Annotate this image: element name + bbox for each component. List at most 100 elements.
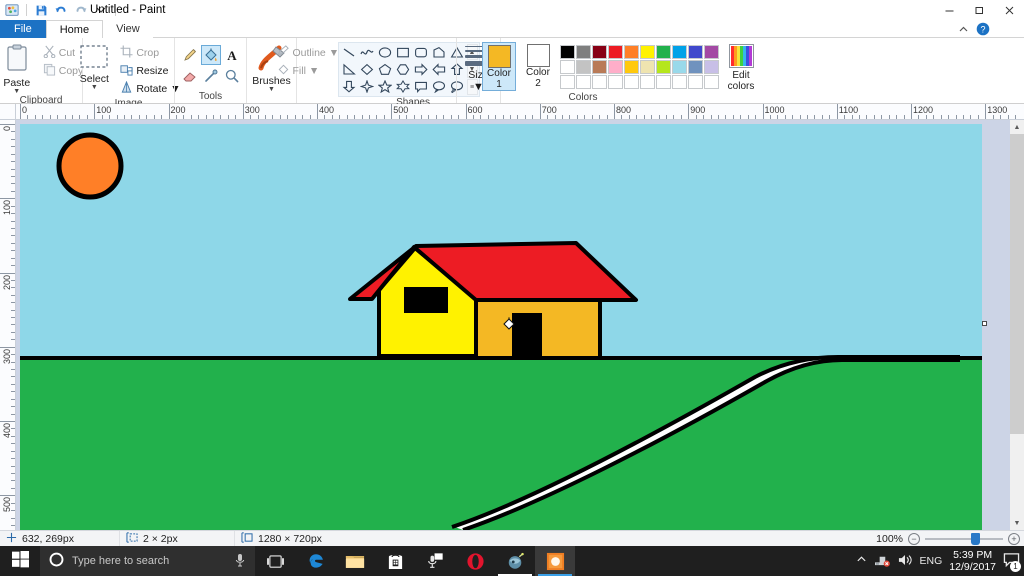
file-explorer-button[interactable] [335,546,375,576]
browser-app-button[interactable] [495,546,535,576]
palette-swatch-r3-c7[interactable] [656,75,671,89]
palette-swatch-r1-c10[interactable] [704,45,719,59]
palette-swatch-r2-c7[interactable] [656,60,671,74]
maximize-button[interactable] [964,0,994,20]
magnifier-tool[interactable] [222,66,242,86]
shape-four-point-star[interactable] [358,78,376,95]
palette-swatch-r1-c8[interactable] [672,45,687,59]
palette-swatch-r3-c1[interactable] [560,75,575,89]
palette-swatch-r3-c6[interactable] [640,75,655,89]
palette-swatch-r2-c1[interactable] [560,60,575,74]
palette-swatch-r2-c6[interactable] [640,60,655,74]
zoom-out-button[interactable]: − [908,533,920,545]
undo-icon[interactable] [53,2,69,18]
shape-pentagon[interactable] [376,61,394,78]
palette-swatch-r2-c4[interactable] [608,60,623,74]
shape-arrow-right[interactable] [412,61,430,78]
opera-browser-button[interactable] [455,546,495,576]
tab-view[interactable]: View [103,20,153,38]
edit-colors-button[interactable]: Edit colors [724,42,758,92]
language-indicator[interactable]: ENG [920,555,943,567]
shape-diamond[interactable] [358,61,376,78]
palette-swatch-r1-c6[interactable] [640,45,655,59]
zoom-in-button[interactable]: + [1008,533,1020,545]
pencil-tool[interactable] [180,45,200,65]
color2-button[interactable]: Color 2 [521,42,555,89]
scroll-down-arrow[interactable]: ▼ [1010,516,1024,530]
eraser-tool[interactable] [180,66,200,86]
collapse-ribbon-icon[interactable] [958,24,969,38]
shape-rounded-callout[interactable] [412,78,430,95]
microsoft-edge-button[interactable] [295,546,335,576]
palette-swatch-r2-c9[interactable] [688,60,703,74]
vertical-ruler[interactable]: 0 100 200 300 400 500 [0,120,16,530]
paste-button[interactable]: Paste ▼ [0,42,38,95]
drawing-canvas[interactable] [20,124,982,530]
start-button[interactable] [0,546,40,576]
palette-swatch-r1-c2[interactable] [576,45,591,59]
palette-swatch-r1-c4[interactable] [608,45,623,59]
select-caret-icon[interactable]: ▼ [91,84,98,91]
shape-hexagon[interactable] [394,61,412,78]
shape-rounded-rectangle[interactable] [412,44,430,61]
color-picker-tool[interactable] [201,66,221,86]
palette-swatch-r1-c7[interactable] [656,45,671,59]
fill-caret-icon[interactable]: ▼ [309,65,319,77]
help-icon[interactable]: ? [976,22,990,39]
shape-rectangle[interactable] [394,44,412,61]
shape-six-point-star[interactable] [394,78,412,95]
tab-file[interactable]: File [0,20,46,38]
zoom-slider-thumb[interactable] [971,533,980,545]
paint-taskbar-button[interactable] [535,546,575,576]
palette-swatch-r3-c9[interactable] [688,75,703,89]
scroll-up-arrow[interactable]: ▲ [1010,120,1024,134]
outline-button[interactable]: Outline ▼ [274,44,339,62]
redo-icon[interactable] [73,2,89,18]
microphone-icon[interactable] [234,553,246,570]
task-view-button[interactable] [255,546,295,576]
shape-right-triangle[interactable] [340,61,358,78]
shape-oval-callout[interactable] [430,78,448,95]
close-button[interactable] [994,0,1024,20]
shape-line[interactable] [340,44,358,61]
palette-swatch-r2-c2[interactable] [576,60,591,74]
palette-swatch-r2-c10[interactable] [704,60,719,74]
palette-swatch-r1-c3[interactable] [592,45,607,59]
shape-oval[interactable] [376,44,394,61]
palette-swatch-r3-c5[interactable] [624,75,639,89]
microsoft-store-button[interactable] [375,546,415,576]
palette-swatch-r3-c4[interactable] [608,75,623,89]
palette-swatch-r1-c9[interactable] [688,45,703,59]
fill-with-color-tool[interactable] [200,45,221,65]
text-tool[interactable]: A [222,45,242,65]
shape-curve[interactable] [358,44,376,61]
palette-swatch-r3-c10[interactable] [704,75,719,89]
scroll-thumb[interactable] [1010,134,1024,434]
palette-swatch-r3-c3[interactable] [592,75,607,89]
palette-swatch-r3-c2[interactable] [576,75,591,89]
minimize-button[interactable] [934,0,964,20]
color1-button[interactable]: Color 1 [482,42,516,91]
zoom-slider[interactable] [925,531,1003,547]
save-icon[interactable] [33,2,49,18]
paint-app-icon[interactable] [4,2,20,18]
tab-home[interactable]: Home [45,20,104,38]
palette-swatch-r2-c3[interactable] [592,60,607,74]
palette-swatch-r1-c5[interactable] [624,45,639,59]
shape-arrow-left[interactable] [430,61,448,78]
shape-five-point-star[interactable] [376,78,394,95]
clock[interactable]: 5:39 PM 12/9/2017 [949,549,996,573]
palette-swatch-r1-c1[interactable] [560,45,575,59]
palette-swatch-r3-c8[interactable] [672,75,687,89]
canvas-resize-handle-right[interactable] [982,321,987,326]
snipping-tool-button[interactable] [415,546,455,576]
canvas-work-area[interactable] [16,120,1024,530]
palette-swatch-r2-c5[interactable] [624,60,639,74]
horizontal-ruler[interactable]: 0 100 200 300 400 500 600 700 800 900 1000 1100 1200… [0,104,1024,120]
network-icon[interactable] [874,553,890,570]
select-button[interactable]: Select ▼ [73,42,115,91]
fill-button[interactable]: Fill ▼ [274,62,336,80]
vertical-scrollbar[interactable]: ▲ ▼ [1010,120,1024,530]
action-center-button[interactable]: 1 [1003,552,1021,572]
search-input[interactable]: Type here to search [40,546,255,576]
